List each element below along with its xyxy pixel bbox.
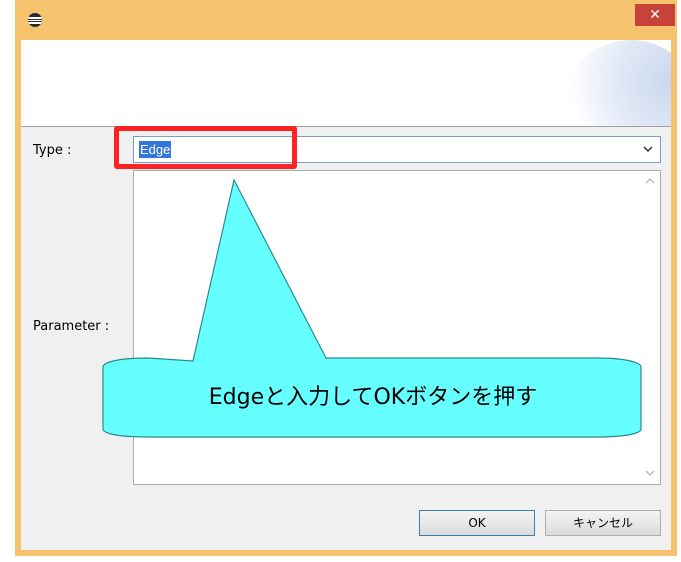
dialog-window: ✕ Type : Edge Parameter : OK キャンセル bbox=[15, 0, 677, 556]
dialog-banner bbox=[21, 40, 671, 127]
type-label: Type : bbox=[33, 143, 72, 158]
cancel-button[interactable]: キャンセル bbox=[545, 510, 661, 536]
highlight-box bbox=[114, 126, 297, 169]
eclipse-icon bbox=[28, 13, 42, 27]
chevron-down-icon[interactable] bbox=[643, 145, 653, 153]
ok-button[interactable]: OK bbox=[419, 510, 535, 536]
dialog-client-area: Type : Edge Parameter : OK キャンセル bbox=[21, 40, 671, 550]
chevron-down-icon[interactable] bbox=[645, 469, 655, 477]
chevron-up-icon[interactable] bbox=[645, 177, 655, 185]
callout-text: Edgeと入力してOKボタンを押す bbox=[208, 385, 538, 410]
parameter-textarea[interactable] bbox=[133, 170, 661, 485]
banner-decoration bbox=[561, 40, 671, 126]
parameter-label: Parameter : bbox=[33, 319, 110, 334]
close-button[interactable]: ✕ bbox=[635, 4, 675, 26]
title-bar[interactable]: ✕ bbox=[15, 0, 677, 40]
